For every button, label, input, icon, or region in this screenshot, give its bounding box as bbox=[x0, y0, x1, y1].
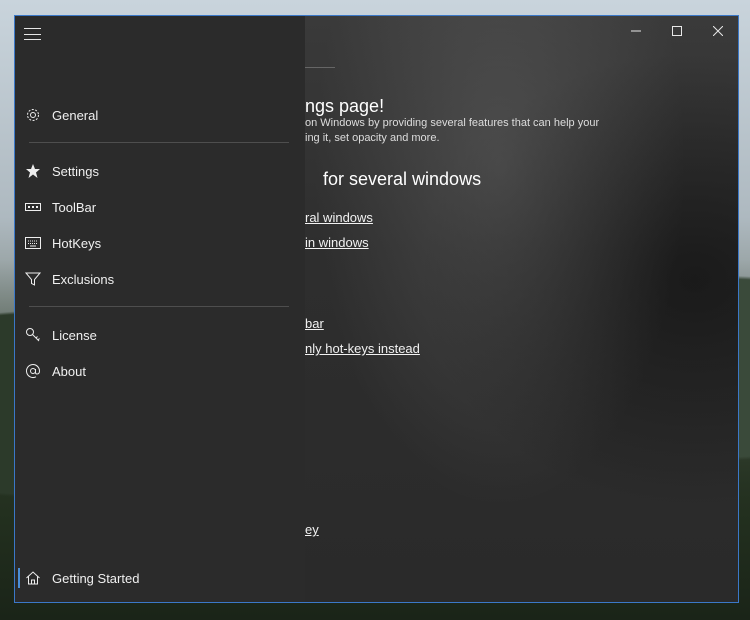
link-main-windows[interactable]: in windows bbox=[305, 235, 369, 250]
description-line-1: on Windows by providing several features… bbox=[305, 117, 600, 129]
star-icon bbox=[15, 163, 51, 179]
nav-divider bbox=[29, 306, 289, 307]
nav-item-label: ToolBar bbox=[52, 199, 97, 215]
close-button[interactable] bbox=[697, 16, 738, 46]
link-several-windows[interactable]: ral windows bbox=[305, 210, 373, 225]
close-icon bbox=[712, 26, 723, 36]
toolbar-icon bbox=[15, 202, 51, 212]
nav-item-label: Getting Started bbox=[52, 570, 140, 586]
minimize-button[interactable] bbox=[615, 16, 656, 46]
maximize-button[interactable] bbox=[656, 16, 697, 46]
maximize-icon bbox=[671, 26, 682, 36]
description-line-2: ing it, set opacity and more. bbox=[305, 132, 440, 144]
nav-item-exclusions[interactable]: Exclusions bbox=[15, 262, 305, 296]
nav-item-label: HotKeys bbox=[52, 235, 102, 251]
nav-item-hotkeys[interactable]: HotKeys bbox=[15, 226, 305, 260]
nav-item-label: License bbox=[52, 327, 97, 343]
section-title: for several windows bbox=[323, 169, 482, 189]
nav-item-about[interactable]: About bbox=[15, 354, 305, 388]
nav-item-label: Exclusions bbox=[52, 271, 115, 287]
nav-item-toolbar[interactable]: ToolBar bbox=[15, 190, 305, 224]
link-toolbar[interactable]: bar bbox=[305, 316, 324, 331]
link-key[interactable]: ey bbox=[305, 522, 319, 537]
link-hotkeys-instead[interactable]: nly hot-keys instead bbox=[305, 341, 420, 356]
nav-item-getting-started[interactable]: Getting Started bbox=[15, 561, 305, 595]
minimize-icon bbox=[630, 30, 641, 32]
page-title: ngs page! bbox=[305, 96, 385, 116]
filter-icon bbox=[15, 271, 51, 287]
nav-item-label: Settings bbox=[52, 163, 99, 179]
key-icon bbox=[15, 327, 51, 343]
main-content: ngs page! on Windows by providing severa… bbox=[305, 16, 738, 602]
navigation-pane: General Settings ToolBar HotKeys Exclusi… bbox=[15, 16, 305, 602]
content-divider bbox=[305, 67, 335, 68]
nav-divider bbox=[29, 142, 289, 143]
window-controls bbox=[615, 16, 738, 46]
nav-item-settings[interactable]: Settings bbox=[15, 154, 305, 188]
nav-item-label: About bbox=[52, 363, 86, 379]
nav-item-general[interactable]: General bbox=[15, 98, 305, 132]
gear-icon bbox=[15, 107, 51, 123]
home-icon bbox=[15, 570, 51, 586]
app-window: ngs page! on Windows by providing severa… bbox=[14, 15, 739, 603]
nav-item-license[interactable]: License bbox=[15, 318, 305, 352]
nav-item-label: General bbox=[52, 107, 99, 123]
hamburger-menu-icon[interactable] bbox=[24, 28, 41, 40]
at-icon bbox=[15, 363, 51, 379]
keyboard-icon bbox=[15, 237, 51, 249]
